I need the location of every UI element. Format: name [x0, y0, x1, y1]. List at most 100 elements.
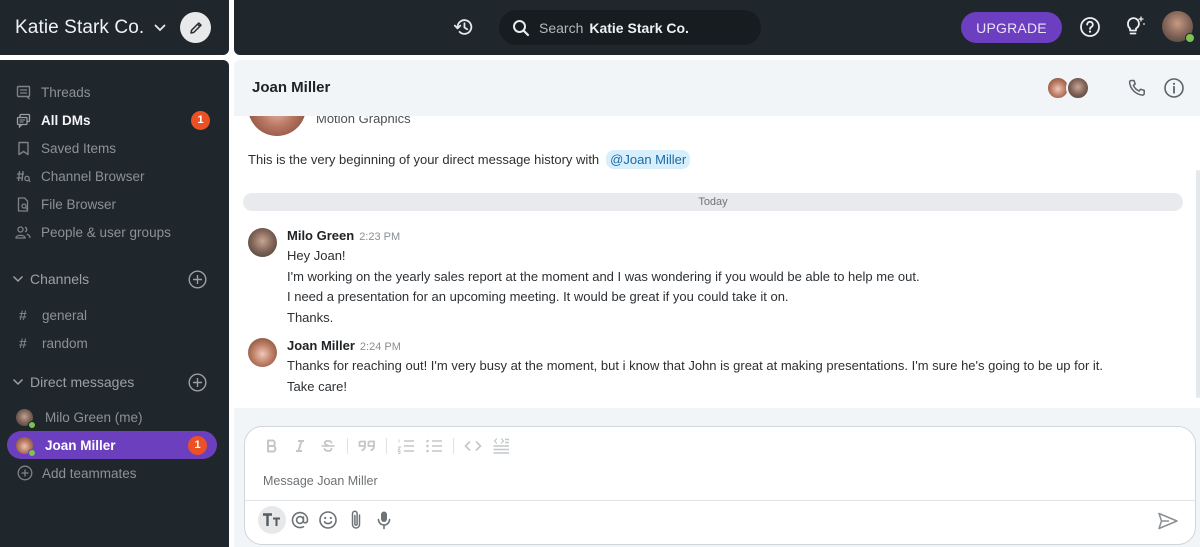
user-avatar[interactable] [1162, 11, 1195, 43]
intro-role: Motion Graphics [316, 116, 411, 126]
sidebar-item-people[interactable]: People & user groups [0, 219, 229, 245]
message-line: I'm working on the yearly sales report a… [287, 268, 920, 284]
sidebar-item-all-dms[interactable]: All DMs 1 [0, 107, 229, 133]
message-list: Motion Graphics This is the very beginni… [234, 116, 1200, 408]
message-list-scrollbar[interactable] [1196, 170, 1200, 398]
chevron-down-icon [12, 275, 24, 283]
channel-label: random [42, 335, 88, 351]
dms-icon [15, 112, 31, 128]
message-line: Thanks for reaching out! I'm very busy a… [287, 358, 1104, 373]
people-icon [15, 224, 31, 240]
chevron-down-icon [12, 378, 24, 386]
text-format-icon [263, 513, 280, 526]
channels-header-label: Channels [30, 271, 90, 287]
participants[interactable] [1046, 76, 1094, 100]
message-input[interactable] [263, 471, 1143, 491]
chevron-down-icon[interactable] [153, 21, 167, 35]
search-scope: Katie Stark Co. [589, 19, 689, 36]
tips-button[interactable] [1121, 14, 1147, 38]
online-status-indicator [28, 448, 36, 457]
sidebar-item-label: Threads [41, 84, 91, 100]
add-teammates-button[interactable]: Add teammates [0, 461, 229, 485]
sidebar-channel-random[interactable]: # random [0, 331, 229, 355]
intro-text: This is the very beginning of your direc… [248, 150, 691, 169]
sidebar-item-file-browser[interactable]: File Browser [0, 191, 229, 217]
avatar [16, 408, 36, 429]
chat-header: Joan Miller [234, 60, 1200, 116]
quote-button[interactable] [356, 435, 378, 457]
channel-label: general [42, 307, 88, 323]
info-icon [1164, 78, 1184, 98]
mention-button[interactable] [286, 506, 314, 534]
smiley-icon [319, 511, 337, 529]
at-icon [291, 511, 309, 529]
composer-area [234, 408, 1200, 547]
composer-divider [245, 500, 1195, 501]
voice-message-button[interactable] [370, 506, 398, 534]
bold-button[interactable] [261, 435, 283, 457]
emoji-button[interactable] [314, 506, 342, 534]
sidebar-item-label: File Browser [41, 196, 117, 212]
sidebar-item-saved-items[interactable]: Saved Items [0, 135, 229, 161]
message-author[interactable]: Milo Green [287, 228, 354, 243]
sidebar-item-channel-browser[interactable]: Channel Browser [0, 163, 229, 189]
call-button[interactable] [1127, 78, 1147, 98]
text-format-toggle-button[interactable] [258, 506, 286, 534]
history-button[interactable] [453, 16, 475, 38]
sidebar-item-threads[interactable]: Threads [0, 79, 229, 105]
plus-circle-icon [188, 372, 207, 392]
channels-section-header[interactable]: Channels [0, 267, 229, 291]
ordered-list-button[interactable] [395, 435, 417, 457]
lightbulb-icon [1127, 16, 1145, 35]
add-teammates-label: Add teammates [42, 465, 137, 481]
compose-button[interactable] [180, 12, 211, 43]
bullet-list-icon [426, 439, 442, 453]
unread-badge: 1 [191, 110, 210, 130]
dms-header-label: Direct messages [30, 374, 135, 390]
dm-label: Joan Miller [45, 437, 116, 453]
add-channel-button[interactable] [188, 269, 207, 289]
plus-circle-icon [188, 269, 207, 289]
avatar[interactable] [248, 228, 277, 257]
workspace-header: Katie Stark Co. [0, 0, 229, 55]
italic-button[interactable] [289, 435, 311, 457]
info-button[interactable] [1163, 77, 1185, 99]
avatar[interactable] [248, 338, 277, 367]
code-button[interactable] [462, 435, 484, 457]
add-dm-button[interactable] [188, 372, 207, 392]
code-block-icon [493, 438, 509, 454]
sidebar-dm-joan-miller[interactable]: Joan Miller 1 [7, 431, 217, 459]
user-mention[interactable]: @Joan Miller [606, 150, 691, 169]
plus-circle-icon [17, 465, 33, 481]
sidebar-channel-general[interactable]: # general [0, 303, 229, 327]
attach-file-button[interactable] [342, 506, 370, 534]
search-bar[interactable]: Search Katie Stark Co. [499, 10, 761, 45]
online-status-indicator [28, 420, 36, 429]
intro-avatar [248, 116, 306, 136]
message-line: I need a presentation for an upcoming me… [287, 289, 789, 304]
chat-title: Joan Miller [252, 79, 331, 96]
day-divider-label: Today [698, 196, 728, 208]
bullet-list-button[interactable] [423, 435, 445, 457]
message-body: Hey Joan! I'm working on the yearly sale… [287, 246, 920, 328]
hash-icon: # [19, 335, 27, 351]
upgrade-button[interactable]: UPGRADE [961, 12, 1062, 43]
message-time: 2:23 PM [359, 231, 401, 243]
help-button[interactable] [1079, 16, 1101, 38]
workspace-name[interactable]: Katie Stark Co. [15, 17, 144, 39]
avatar [1066, 76, 1090, 100]
toolbar-separator [453, 438, 454, 454]
message-header: Milo Green 2:23 PM [287, 228, 400, 243]
italic-icon [296, 440, 304, 452]
message-author[interactable]: Joan Miller [287, 338, 355, 353]
dms-section-header[interactable]: Direct messages [0, 370, 229, 394]
code-block-button[interactable] [490, 435, 512, 457]
strikethrough-button[interactable] [317, 435, 339, 457]
message-composer [244, 426, 1196, 545]
app-root: Katie Stark Co. Search Katie Stark Co. U… [0, 0, 1200, 547]
send-button[interactable] [1157, 511, 1179, 531]
sidebar-item-label: All DMs [41, 112, 91, 128]
online-status-indicator [1185, 33, 1195, 43]
sidebar-dm-milo-green[interactable]: Milo Green (me) [7, 403, 217, 431]
message-line: Take care! [287, 378, 347, 394]
